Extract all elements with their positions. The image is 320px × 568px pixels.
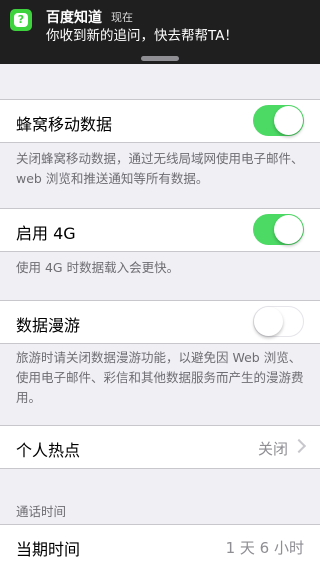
- cellular-data-footer: 关闭蜂窝移动数据，通过无线局域网使用电子邮件、web 浏览和推送通知等所有数据。: [16, 151, 304, 186]
- toggle-knob: [254, 307, 283, 336]
- call-time-header: 通话时间: [16, 504, 67, 519]
- toggle-knob: [274, 215, 303, 244]
- personal-hotspot-value: 关闭: [257, 440, 288, 458]
- notification-grabber-handle[interactable]: [141, 56, 179, 61]
- personal-hotspot-row[interactable]: 个人热点 关闭: [0, 425, 320, 469]
- enable-4g-toggle[interactable]: [253, 214, 304, 245]
- current-period-label: 当期时间: [16, 540, 81, 559]
- enable-4g-row: 启用 4G: [0, 208, 320, 252]
- cellular-data-label: 蜂窝移动数据: [16, 115, 113, 134]
- baidu-zhidao-icon: ?: [10, 9, 32, 31]
- current-period-row: 当期时间 1 天 6 小时: [0, 524, 320, 568]
- data-roaming-toggle[interactable]: [253, 306, 304, 337]
- data-roaming-footer: 旅游时请关闭数据漫游功能，以避免因 Web 浏览、使用电子邮件、彩信和其他数据服…: [16, 350, 304, 405]
- enable-4g-label: 启用 4G: [16, 224, 76, 243]
- cellular-data-toggle[interactable]: [253, 105, 304, 136]
- current-period-value: 1 天 6 小时: [225, 539, 304, 557]
- notification-message: 你收到新的追问，快去帮帮TA！: [46, 28, 238, 44]
- data-roaming-row: 数据漫游: [0, 300, 320, 344]
- enable-4g-footer: 使用 4G 时数据载入会更快。: [16, 260, 180, 275]
- toggle-knob: [274, 106, 303, 135]
- notification-time: 现在: [111, 11, 133, 24]
- cellular-data-row: 蜂窝移动数据: [0, 99, 320, 143]
- data-roaming-label: 数据漫游: [16, 316, 81, 335]
- notification-banner[interactable]: ? 百度知道 现在 你收到新的追问，快去帮帮TA！: [0, 0, 320, 64]
- personal-hotspot-label: 个人热点: [16, 441, 81, 460]
- chevron-right-icon: [291, 438, 307, 454]
